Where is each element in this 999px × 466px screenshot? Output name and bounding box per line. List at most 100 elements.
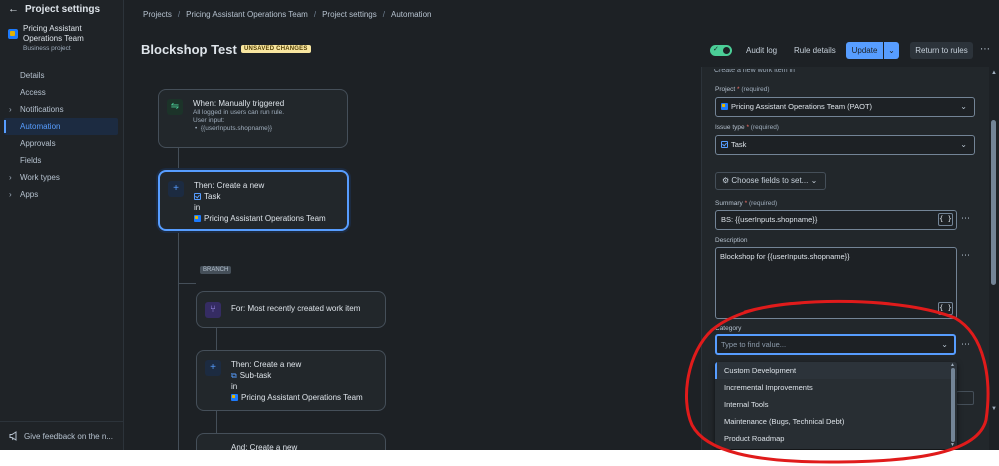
- breadcrumb-separator: /: [382, 10, 385, 19]
- back-arrow-icon[interactable]: ←: [8, 3, 19, 15]
- sidebar-item-label: Access: [20, 88, 46, 97]
- branch-node[interactable]: ⑂ For: Most recently created work item: [196, 291, 386, 328]
- sidebar-item-label: Automation: [20, 122, 61, 131]
- description-smart-value-button[interactable]: { }: [938, 302, 953, 315]
- connector-line: [178, 148, 179, 170]
- summary-input[interactable]: BS: {{userInputs.shopname}}: [715, 210, 957, 230]
- audit-log-button[interactable]: Audit log: [746, 46, 777, 55]
- breadcrumb-project[interactable]: Pricing Assistant Operations Team: [186, 10, 308, 19]
- sidebar-item-apps[interactable]: › Apps: [4, 186, 118, 203]
- category-option-maintenance[interactable]: Maintenance (Bugs, Technical Debt): [715, 413, 957, 430]
- action-create-task-node[interactable]: + Then: Create a new Task in Pricing Ass…: [158, 170, 349, 231]
- action1-project: Pricing Assistant Operations Team: [204, 214, 326, 223]
- project-label: Project * (required): [715, 86, 770, 93]
- trigger-line2: User input:: [193, 117, 225, 124]
- branch-tag: BRANCH: [200, 266, 232, 274]
- action2-in: in: [231, 382, 238, 391]
- issue-type-label: Issue type * (required): [715, 124, 779, 131]
- project-select-value: Pricing Assistant Operations Team (PAOT): [731, 102, 873, 111]
- task-icon: [721, 141, 728, 148]
- trigger-line3: {{userInputs.shopname}}: [200, 125, 273, 132]
- category-option-custom-development[interactable]: Custom Development: [715, 362, 957, 379]
- breadcrumb-project-settings[interactable]: Project settings: [322, 10, 377, 19]
- bottom-margin: [0, 450, 999, 466]
- sidebar-item-label: Approvals: [20, 139, 56, 148]
- sidebar-item-label: Details: [20, 71, 45, 80]
- panel-scrollbar-thumb[interactable]: [991, 120, 996, 285]
- project-icon: [721, 103, 728, 110]
- chevron-right-icon: ›: [9, 173, 12, 182]
- action-create-subtask-node[interactable]: + Then: Create a new ⧉ Sub-task in Pricin…: [196, 350, 386, 411]
- branch-icon: ⑂: [205, 302, 221, 318]
- branch-title: For: Most recently created work item: [231, 304, 361, 313]
- project-icon: [194, 215, 201, 222]
- chevron-right-icon: ›: [9, 190, 12, 199]
- scroll-down-icon[interactable]: ▼: [991, 406, 997, 412]
- connector-line: [216, 328, 217, 350]
- breadcrumb: Projects / Pricing Assistant Operations …: [143, 10, 431, 19]
- dropdown-scrollbar[interactable]: [951, 368, 955, 442]
- update-menu-chevron-icon[interactable]: ⌄: [884, 42, 899, 59]
- chevron-down-icon: ⌄: [960, 140, 967, 149]
- category-option-internal-tools[interactable]: Internal Tools: [715, 396, 957, 413]
- chevron-right-icon: ›: [9, 105, 12, 114]
- sidebar-item-fields[interactable]: Fields: [4, 152, 118, 169]
- trigger-icon: ⇋: [167, 99, 183, 115]
- sidebar-item-label: Notifications: [20, 105, 64, 114]
- breadcrumb-separator: /: [313, 10, 317, 19]
- sidebar-item-notifications[interactable]: › Notifications: [4, 101, 118, 118]
- description-label: Description: [715, 237, 748, 244]
- return-to-rules-button[interactable]: Return to rules: [910, 42, 973, 59]
- trigger-node[interactable]: ⇋ When: Manually triggered All logged in…: [158, 89, 348, 148]
- rule-enabled-toggle[interactable]: [710, 45, 732, 56]
- task-icon: [194, 193, 201, 200]
- action1-type: Task: [204, 192, 221, 201]
- unsaved-badge: UNSAVED CHANGES: [241, 45, 311, 53]
- action1-in: in: [194, 203, 201, 212]
- sidebar-item-approvals[interactable]: Approvals: [4, 135, 118, 152]
- category-option-product-roadmap[interactable]: Product Roadmap: [715, 430, 957, 447]
- project-icon: [231, 394, 238, 401]
- sidebar-title: Project settings: [25, 3, 101, 15]
- update-button[interactable]: Update: [846, 42, 883, 59]
- subtask-icon: ⧉: [231, 371, 237, 380]
- sidebar-item-automation[interactable]: Automation: [4, 118, 118, 135]
- scroll-up-icon[interactable]: ▲: [991, 70, 997, 76]
- choose-fields-label: Choose fields to set...: [731, 176, 809, 185]
- rule-details-button[interactable]: Rule details: [794, 46, 836, 55]
- sidebar-nav: Details Access › Notifications Automation…: [4, 67, 118, 203]
- summary-more-icon[interactable]: ⋯: [961, 213, 970, 224]
- description-textarea[interactable]: Blockshop for {{userInputs.shopname}}: [715, 247, 957, 319]
- description-more-icon[interactable]: ⋯: [961, 250, 970, 261]
- breadcrumb-projects[interactable]: Projects: [143, 10, 172, 19]
- project-select[interactable]: Pricing Assistant Operations Team (PAOT)…: [715, 97, 975, 117]
- action1-title: Then: Create a new: [194, 181, 265, 190]
- sidebar-item-details[interactable]: Details: [4, 67, 118, 84]
- summary-smart-value-button[interactable]: { }: [938, 213, 953, 226]
- chevron-down-icon: ⌄: [810, 176, 818, 185]
- category-option-incremental-improvements[interactable]: Incremental Improvements: [715, 379, 957, 396]
- project-identity: Pricing Assistant Operations Team Busine…: [8, 24, 103, 52]
- action2-project: Pricing Assistant Operations Team: [241, 393, 363, 402]
- feedback-link[interactable]: Give feedback on the n...: [0, 421, 124, 450]
- action2-type: Sub-task: [239, 371, 272, 380]
- sidebar-item-label: Fields: [20, 156, 42, 165]
- dropdown-scroll-down-icon[interactable]: ▼: [950, 442, 955, 448]
- sidebar-item-work-types[interactable]: › Work types: [4, 169, 118, 186]
- choose-fields-button[interactable]: ⚙ Choose fields to set... ⌄: [715, 172, 826, 190]
- connector-line: [178, 283, 196, 284]
- automation-app: ← Project settings Pricing Assistant Ope…: [0, 0, 999, 463]
- sidebar-item-label: Work types: [20, 173, 60, 182]
- issue-type-select[interactable]: Task ⌄: [715, 135, 975, 155]
- sidebar-item-label: Apps: [20, 190, 39, 199]
- breadcrumb-automation[interactable]: Automation: [391, 10, 431, 19]
- sidebar-header[interactable]: ← Project settings: [8, 3, 100, 15]
- category-more-icon[interactable]: ⋯: [961, 339, 970, 350]
- more-actions-icon[interactable]: ⋯: [980, 44, 990, 55]
- hidden-panel-button: [956, 391, 974, 405]
- issue-type-value: Task: [731, 140, 747, 149]
- sidebar-item-access[interactable]: Access: [4, 84, 118, 101]
- trigger-line1: All logged in users can run rule.: [193, 109, 285, 116]
- category-input[interactable]: Type to find value... ⌄: [715, 334, 956, 355]
- trigger-title: When: Manually triggered: [193, 99, 285, 108]
